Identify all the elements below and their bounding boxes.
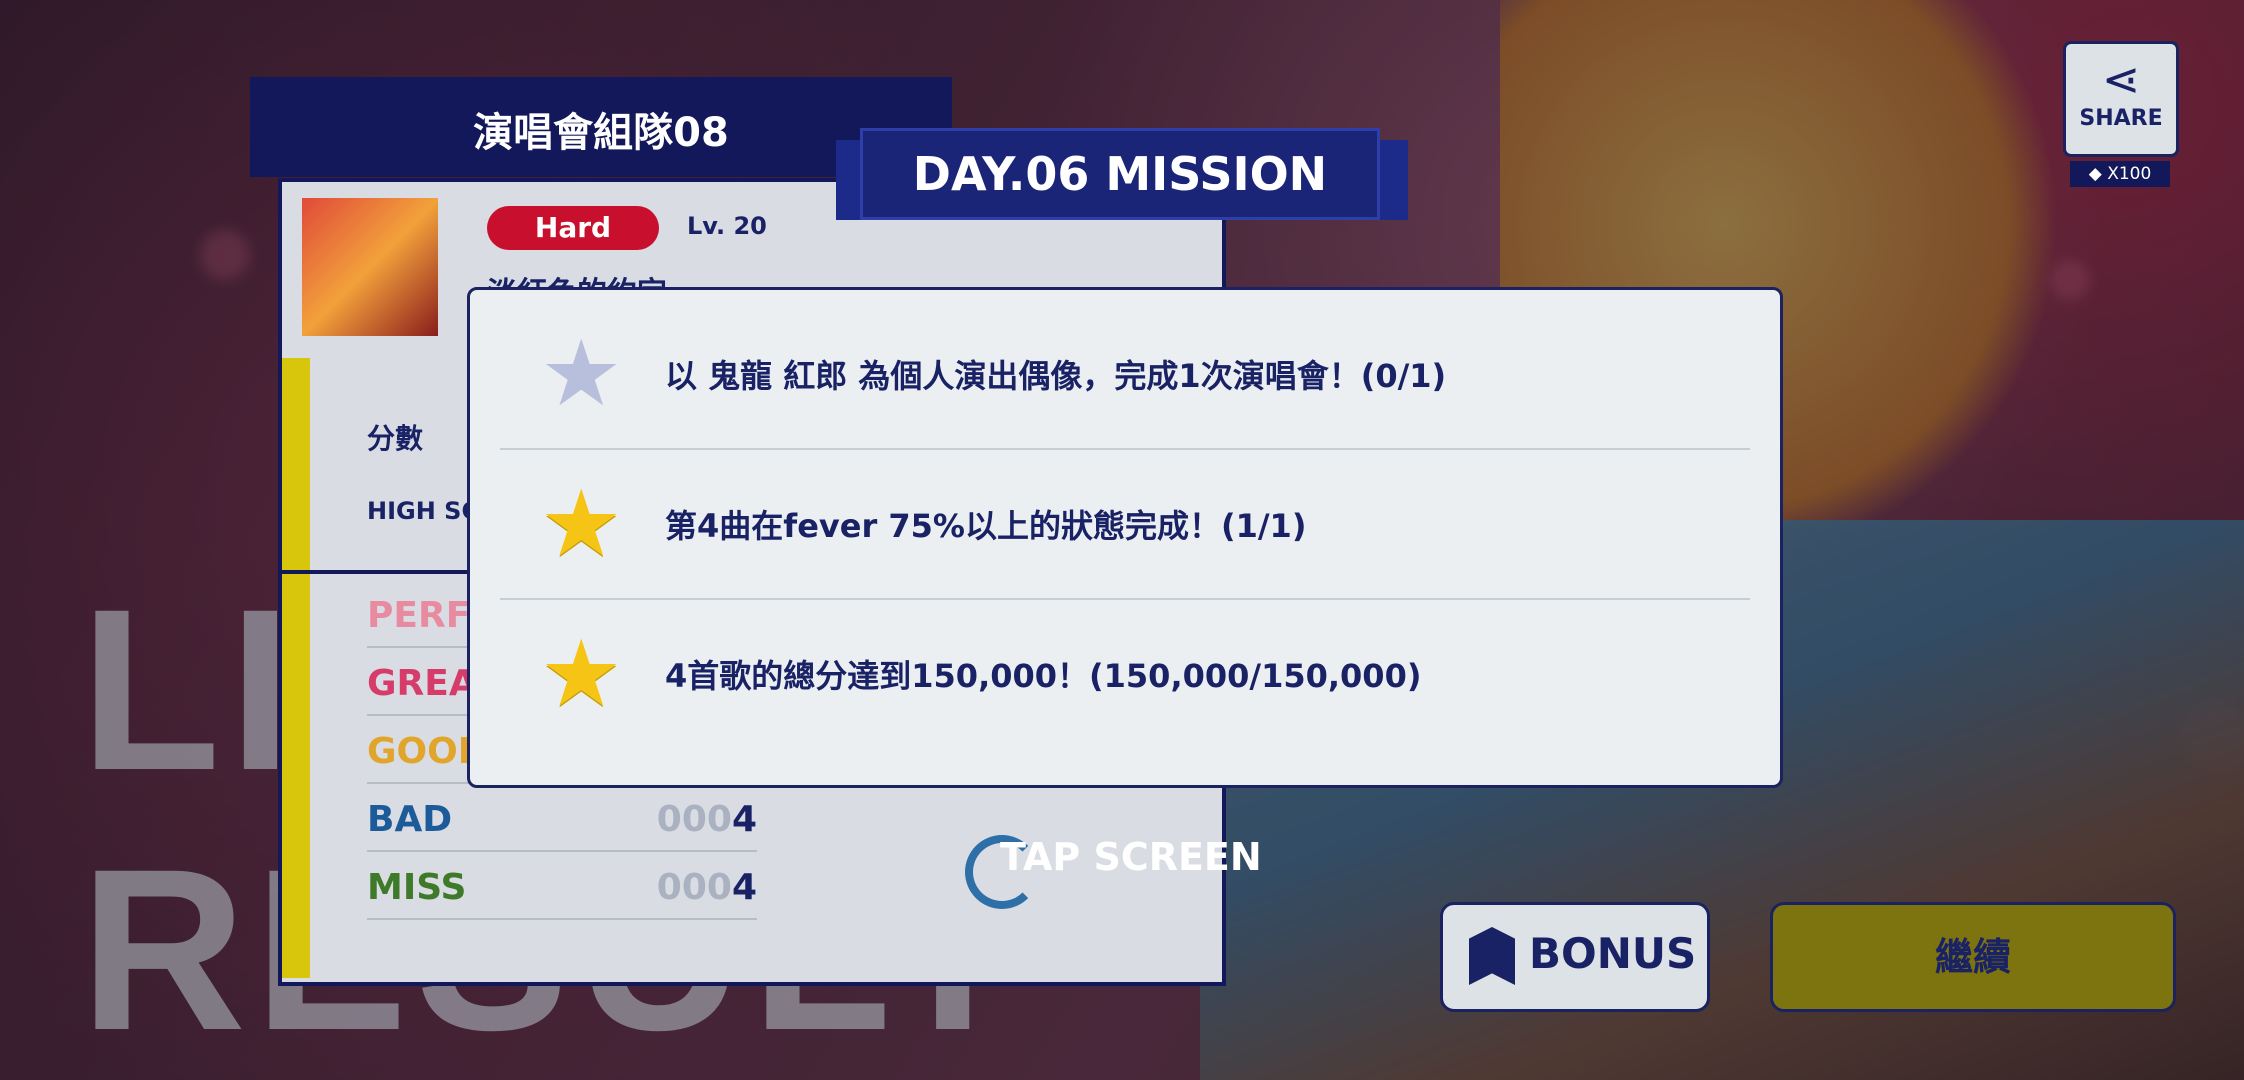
bonus-label: BONUS <box>1529 929 1697 978</box>
star-filled-icon: ★ <box>540 470 623 577</box>
mission-text: 4首歌的總分達到150,000！(150,000/150,000) <box>665 657 1422 695</box>
bonus-button[interactable]: BONUS <box>1440 902 1710 1012</box>
mission-item: ★ 以 鬼龍 紅郎 為個人演出偶像，完成1次演唱會！(0/1) <box>500 300 1750 450</box>
star-filled-icon: ★ <box>540 620 623 727</box>
score-label: 分數 <box>367 422 424 455</box>
song-jacket-image <box>302 198 438 336</box>
accent-bar <box>282 358 310 978</box>
mission-item: ★ 4首歌的總分達到150,000！(150,000/150,000) <box>500 600 1750 748</box>
difficulty-badge: Hard <box>487 206 659 250</box>
mission-item: ★ 第4曲在fever 75%以上的狀態完成！(1/1) <box>500 450 1750 600</box>
share-icon: ⋖ <box>2101 52 2141 106</box>
mission-text: 以 鬼龍 紅郎 為個人演出偶像，完成1次演唱會！(0/1) <box>665 357 1447 395</box>
judgement-row-miss: MISS 0004 <box>367 852 757 920</box>
star-empty-icon: ★ <box>540 320 623 427</box>
mission-dialog[interactable]: ★ 以 鬼龍 紅郎 為個人演出偶像，完成1次演唱會！(0/1) ★ 第4曲在fe… <box>467 287 1783 788</box>
share-reward-cost: ◆ X100 <box>2070 161 2170 187</box>
mission-text: 第4曲在fever 75%以上的狀態完成！(1/1) <box>665 507 1307 545</box>
share-label: SHARE <box>2079 106 2163 131</box>
tap-screen-prompt[interactable]: TAP SCREEN <box>1000 835 1262 879</box>
continue-button[interactable]: 繼續 <box>1770 902 2176 1012</box>
bad-count: 0004 <box>656 799 757 840</box>
mission-banner: DAY.06 MISSION <box>860 128 1380 220</box>
bonus-badge-icon <box>1469 927 1515 985</box>
judgement-row-bad: BAD 0004 <box>367 784 757 852</box>
miss-count: 0004 <box>656 867 757 908</box>
song-level: Lv. 20 <box>687 212 767 240</box>
share-button[interactable]: ⋖ SHARE <box>2063 41 2179 157</box>
